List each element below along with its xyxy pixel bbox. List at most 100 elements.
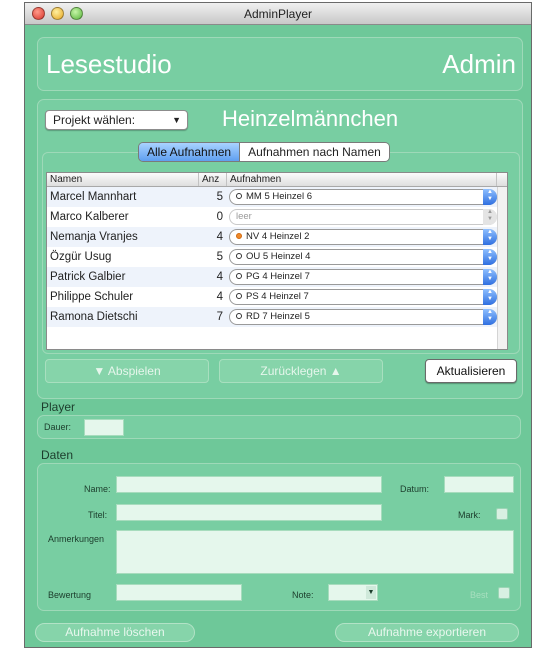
- project-title: Heinzelmännchen: [222, 106, 399, 131]
- recording-label: MM 5 Heinzel 6: [246, 191, 312, 202]
- row-name: Philippe Schuler: [50, 291, 134, 303]
- recording-label: PS 4 Heinzel 7: [246, 291, 309, 302]
- recording-label: leer: [236, 211, 252, 222]
- title-bar[interactable]: AdminPlayer: [25, 3, 531, 25]
- table-row[interactable]: Marcel Mannhart 5 MM 5 Heinzel 6 ▲ ▼: [47, 187, 507, 207]
- bewertung-field[interactable]: [116, 584, 242, 601]
- project-select[interactable]: Projekt wählen: ▼: [45, 110, 188, 130]
- minimize-window-button[interactable]: [51, 7, 64, 20]
- close-window-button[interactable]: [32, 7, 45, 20]
- duration-label: Dauer:: [44, 422, 72, 432]
- table-row[interactable]: Marco Kalberer 0 leer ▲ ▼: [47, 207, 507, 227]
- update-button[interactable]: Aktualisieren: [425, 359, 517, 383]
- select-arrows-icon: ▲ ▼: [483, 289, 497, 305]
- best-checkbox[interactable]: [498, 587, 510, 599]
- project-panel: Projekt wählen: ▼ Heinzelmännchen Alle A…: [37, 99, 523, 399]
- row-count: 4: [216, 231, 223, 243]
- zoom-window-button[interactable]: [70, 7, 83, 20]
- status-dot-icon: [236, 253, 242, 260]
- recording-select: leer ▲ ▼: [229, 209, 497, 225]
- name-label: Name:: [84, 484, 111, 494]
- chevron-down-icon: ▼: [366, 586, 376, 599]
- datum-label: Datum:: [400, 484, 430, 494]
- brand-title: Lesestudio: [46, 49, 172, 79]
- status-dot-icon: [236, 273, 242, 280]
- mark-label: Mark:: [458, 510, 481, 520]
- tab-recordings-by-name[interactable]: Aufnahmen nach Namen: [240, 143, 389, 161]
- daten-section-title: Daten: [41, 448, 74, 462]
- select-arrows-icon: ▲ ▼: [483, 269, 497, 285]
- row-name: Özgür Usug: [50, 251, 112, 263]
- row-count: 7: [216, 311, 223, 323]
- titel-field[interactable]: [116, 504, 382, 521]
- player-panel: Dauer:: [37, 415, 521, 439]
- select-arrows-icon: ▲ ▼: [483, 189, 497, 205]
- table-body: Marcel Mannhart 5 MM 5 Heinzel 6 ▲ ▼ Marco…: [47, 187, 507, 327]
- row-count: 4: [216, 291, 223, 303]
- header-panel: Lesestudio Admin: [37, 37, 523, 91]
- mark-checkbox[interactable]: [496, 508, 508, 520]
- best-label: Best: [470, 590, 489, 600]
- table-row[interactable]: Özgür Usug 5 OU 5 Heinzel 4 ▲ ▼: [47, 247, 507, 267]
- note-label: Note:: [292, 590, 314, 600]
- anmerkungen-field[interactable]: [116, 530, 514, 574]
- admin-player-window: AdminPlayer Lesestudio Admin Projekt wäh…: [24, 2, 532, 648]
- recording-select[interactable]: OU 5 Heinzel 4 ▲ ▼: [229, 249, 497, 265]
- row-count: 5: [216, 191, 223, 203]
- table-row[interactable]: Ramona Dietschi 7 RD 7 Heinzel 5 ▲ ▼: [47, 307, 507, 327]
- row-count: 4: [216, 271, 223, 283]
- export-recording-button[interactable]: Aufnahme exportieren: [335, 623, 519, 642]
- recording-select[interactable]: PG 4 Heinzel 7 ▲ ▼: [229, 269, 497, 285]
- header-recordings[interactable]: Aufnahmen: [227, 173, 497, 186]
- delete-recording-button[interactable]: Aufnahme löschen: [35, 623, 195, 642]
- row-count: 5: [216, 251, 223, 263]
- titel-label: Titel:: [88, 510, 108, 520]
- table-scrollbar[interactable]: [497, 187, 507, 349]
- recording-dot-icon: [236, 233, 242, 240]
- row-name: Marcel Mannhart: [50, 191, 137, 203]
- table-row[interactable]: Patrick Galbier 4 PG 4 Heinzel 7 ▲ ▼: [47, 267, 507, 287]
- row-name: Marco Kalberer: [50, 211, 129, 223]
- select-arrows-icon: ▲ ▼: [483, 309, 497, 325]
- table-row[interactable]: Philippe Schuler 4 PS 4 Heinzel 7 ▲ ▼: [47, 287, 507, 307]
- note-select[interactable]: ▼: [328, 584, 378, 601]
- recording-select[interactable]: PS 4 Heinzel 7 ▲ ▼: [229, 289, 497, 305]
- put-back-button[interactable]: Zurücklegen ▲: [219, 359, 383, 383]
- admin-title: Admin: [442, 49, 516, 79]
- row-name: Nemanja Vranjes: [50, 231, 138, 243]
- recordings-table: Namen Anz Aufnahmen Marcel Mannhart 5 MM…: [46, 172, 508, 350]
- header-anz[interactable]: Anz: [199, 173, 227, 186]
- daten-panel: Name: Datum: Titel: Mark: Anmerkungen Be…: [37, 463, 521, 611]
- datum-field[interactable]: [444, 476, 514, 493]
- recording-select[interactable]: RD 7 Heinzel 5 ▲ ▼: [229, 309, 497, 325]
- row-count: 0: [216, 211, 223, 223]
- play-button[interactable]: ▼ Abspielen: [45, 359, 209, 383]
- recording-select[interactable]: NV 4 Heinzel 2 ▲ ▼: [229, 229, 497, 245]
- player-section-title: Player: [41, 400, 76, 414]
- recording-label: NV 4 Heinzel 2: [246, 231, 310, 242]
- select-arrows-icon: ▲ ▼: [483, 249, 497, 265]
- recording-label: PG 4 Heinzel 7: [246, 271, 310, 282]
- bewertung-label: Bewertung: [48, 590, 92, 600]
- recording-select[interactable]: MM 5 Heinzel 6 ▲ ▼: [229, 189, 497, 205]
- anmerkungen-label: Anmerkungen: [48, 534, 105, 544]
- header-name[interactable]: Namen: [47, 173, 199, 186]
- chevron-down-icon: ▼: [172, 115, 181, 125]
- table-header: Namen Anz Aufnahmen: [47, 173, 507, 187]
- recording-label: OU 5 Heinzel 4: [246, 251, 311, 262]
- row-name: Patrick Galbier: [50, 271, 126, 283]
- select-arrows-icon: ▲ ▼: [483, 229, 497, 245]
- row-name: Ramona Dietschi: [50, 311, 138, 323]
- table-row[interactable]: Nemanja Vranjes 4 NV 4 Heinzel 2 ▲ ▼: [47, 227, 507, 247]
- tab-all-recordings[interactable]: Alle Aufnahmen: [139, 143, 241, 161]
- view-tabs: Alle Aufnahmen Aufnahmen nach Namen: [138, 142, 390, 162]
- status-dot-icon: [236, 193, 242, 200]
- project-select-label: Projekt wählen:: [53, 113, 136, 127]
- status-dot-icon: [236, 313, 242, 320]
- window-title: AdminPlayer: [243, 7, 313, 21]
- status-dot-icon: [236, 293, 242, 300]
- recording-label: RD 7 Heinzel 5: [246, 311, 310, 322]
- select-arrows-icon: ▲ ▼: [483, 209, 497, 225]
- name-field[interactable]: [116, 476, 382, 493]
- duration-field: [84, 419, 124, 436]
